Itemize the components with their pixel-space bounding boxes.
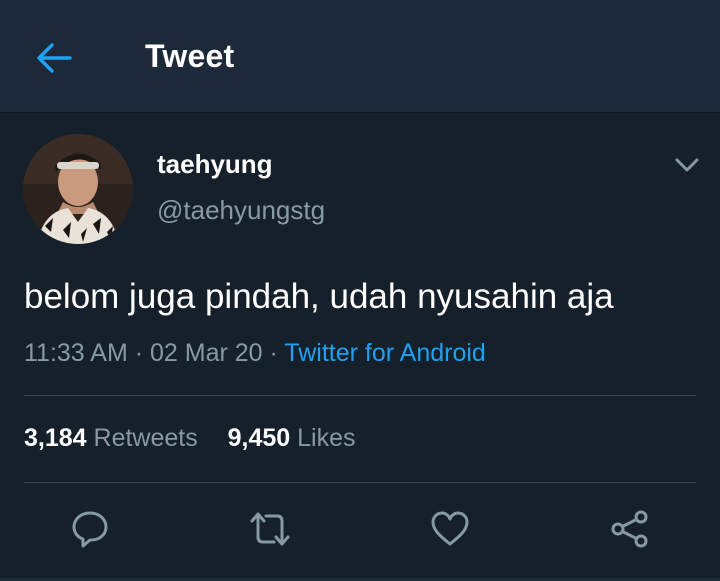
- engagement-stats: 3,184 Retweets 9,450 Likes: [24, 424, 356, 453]
- tweet-metadata: 11:33 AM · 02 Mar 20 · Twitter for Andro…: [24, 339, 486, 368]
- meta-separator: ·: [134, 339, 144, 367]
- tweet-date: 02 Mar 20: [150, 339, 263, 367]
- author-handle[interactable]: @taehyungstg: [157, 195, 325, 226]
- share-button[interactable]: [608, 507, 652, 551]
- reply-icon: [72, 511, 108, 548]
- divider: [24, 395, 696, 396]
- arrow-left-icon: [37, 43, 72, 73]
- reply-button[interactable]: [68, 507, 112, 551]
- top-app-bar: Tweet: [0, 0, 720, 113]
- retweet-icon: [250, 512, 290, 546]
- retweets-count[interactable]: 3,184: [24, 424, 87, 452]
- like-button[interactable]: [428, 507, 472, 551]
- profile-photo: [23, 134, 133, 244]
- avatar[interactable]: [23, 134, 133, 244]
- meta-separator: ·: [269, 339, 278, 367]
- author-display-name[interactable]: taehyung: [157, 149, 273, 180]
- tweet-text: belom juga pindah, udah nyusahin aja: [24, 277, 614, 316]
- likes-label[interactable]: Likes: [297, 424, 355, 452]
- like-icon: [431, 511, 469, 546]
- tweet-source-link[interactable]: Twitter for Android: [284, 339, 485, 367]
- page-title: Tweet: [145, 38, 235, 74]
- chevron-down-icon: [675, 158, 699, 172]
- more-options-button[interactable]: [670, 150, 704, 180]
- tweet-time: 11:33 AM: [24, 339, 128, 367]
- back-button[interactable]: [30, 34, 78, 82]
- retweet-button[interactable]: [248, 507, 292, 551]
- share-icon: [611, 510, 648, 548]
- retweets-label[interactable]: Retweets: [94, 424, 198, 452]
- likes-count[interactable]: 9,450: [228, 424, 291, 452]
- divider: [24, 482, 696, 483]
